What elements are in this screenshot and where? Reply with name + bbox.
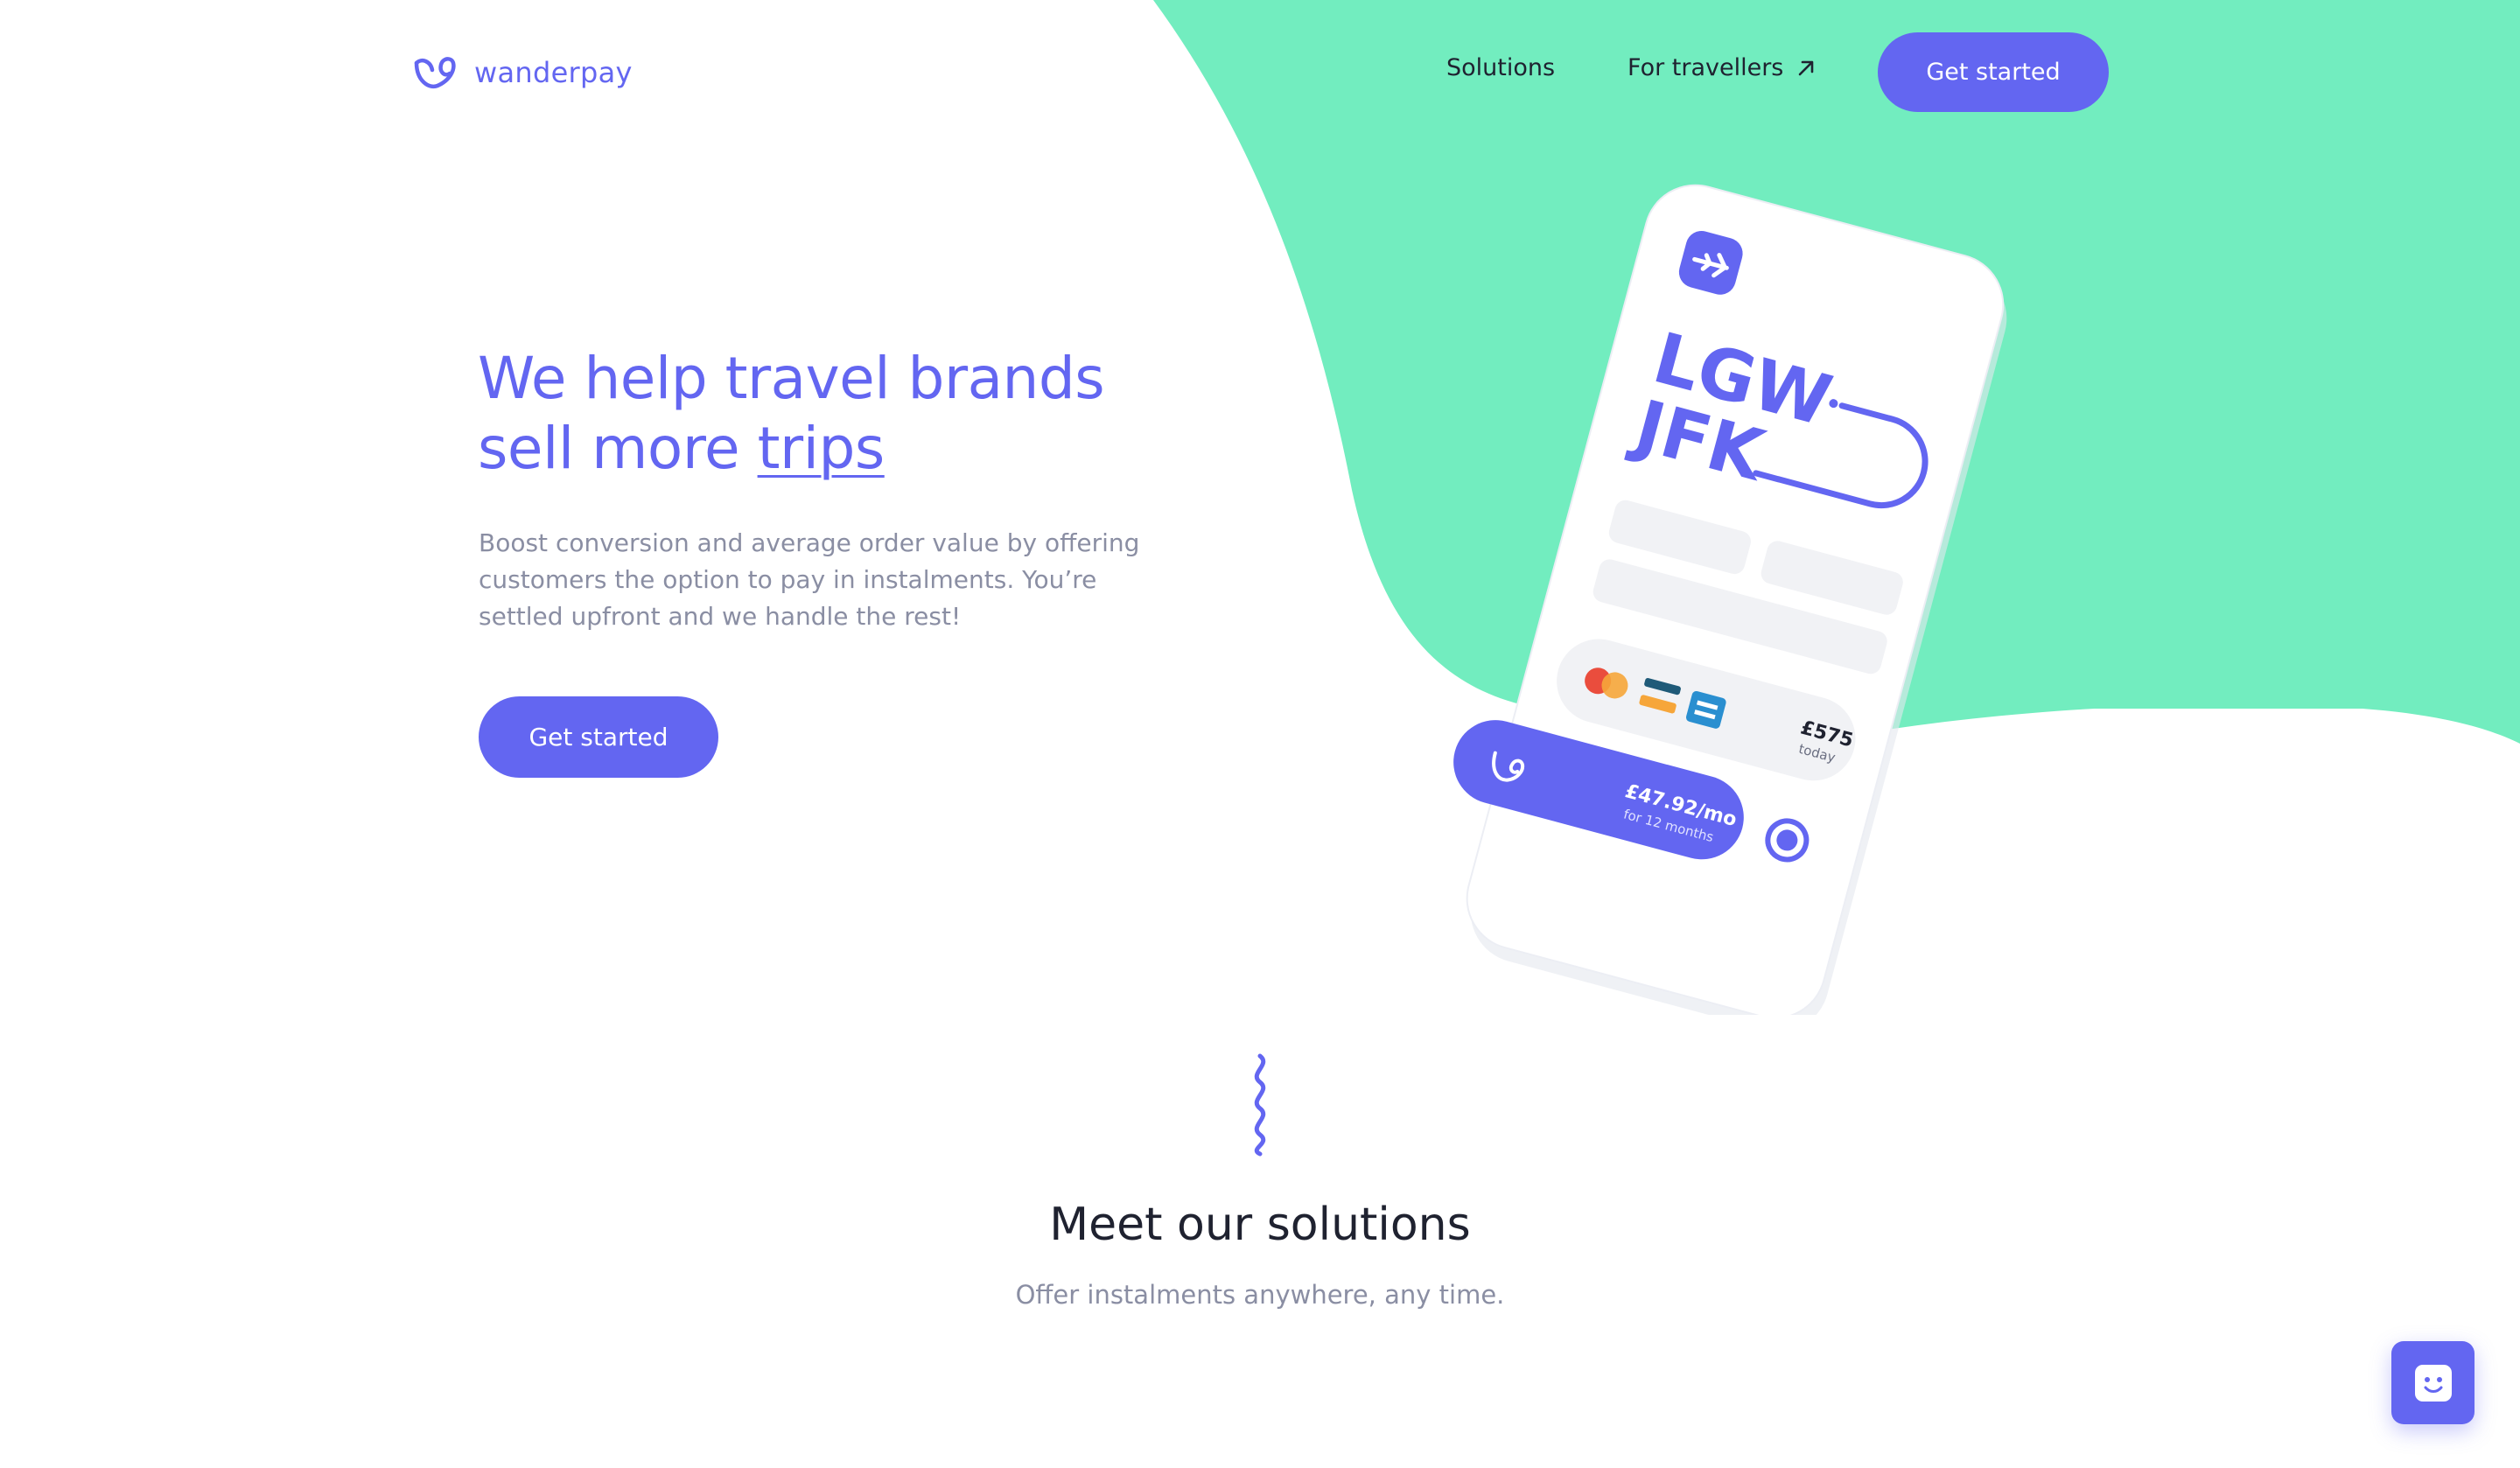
hero-get-started-button[interactable]: Get started xyxy=(479,696,718,778)
solutions-title: Meet our solutions xyxy=(1049,1199,1471,1251)
arrow-up-right-icon xyxy=(1799,60,1814,75)
squiggle-divider-icon xyxy=(1254,1053,1266,1157)
solutions-subtitle: Offer instalments anywhere, any time. xyxy=(1015,1280,1505,1310)
chat-button[interactable] xyxy=(2391,1341,2474,1424)
hero-title-line1: We help travel brands xyxy=(478,345,1105,412)
phone-illustration: LGW JFK £575 today £47.92/mo for 12 mont… xyxy=(1453,184,2007,1015)
site-header: wanderpay Solutions For travellers Get s… xyxy=(0,0,2520,149)
nav-for-travellers[interactable]: For travellers xyxy=(1628,54,1816,81)
nav-for-travellers-label: For travellers xyxy=(1628,54,1784,81)
wanderpay-logo-icon xyxy=(414,57,456,89)
logo-text: wanderpay xyxy=(474,56,633,89)
hero-title-line2-prefix: sell more xyxy=(478,415,740,482)
chat-smiley-icon xyxy=(2414,1364,2452,1402)
hero-description: Boost conversion and average order value… xyxy=(479,528,1140,631)
nav-solutions-label: Solutions xyxy=(1446,54,1556,81)
nav-solutions[interactable]: Solutions xyxy=(1446,54,1555,81)
logo[interactable]: wanderpay xyxy=(411,54,633,91)
hero-title: We help travel brands sell more trips xyxy=(478,344,1265,484)
hero-title-trips-link[interactable]: trips xyxy=(758,415,886,482)
header-get-started-button[interactable]: Get started xyxy=(1878,32,2109,112)
